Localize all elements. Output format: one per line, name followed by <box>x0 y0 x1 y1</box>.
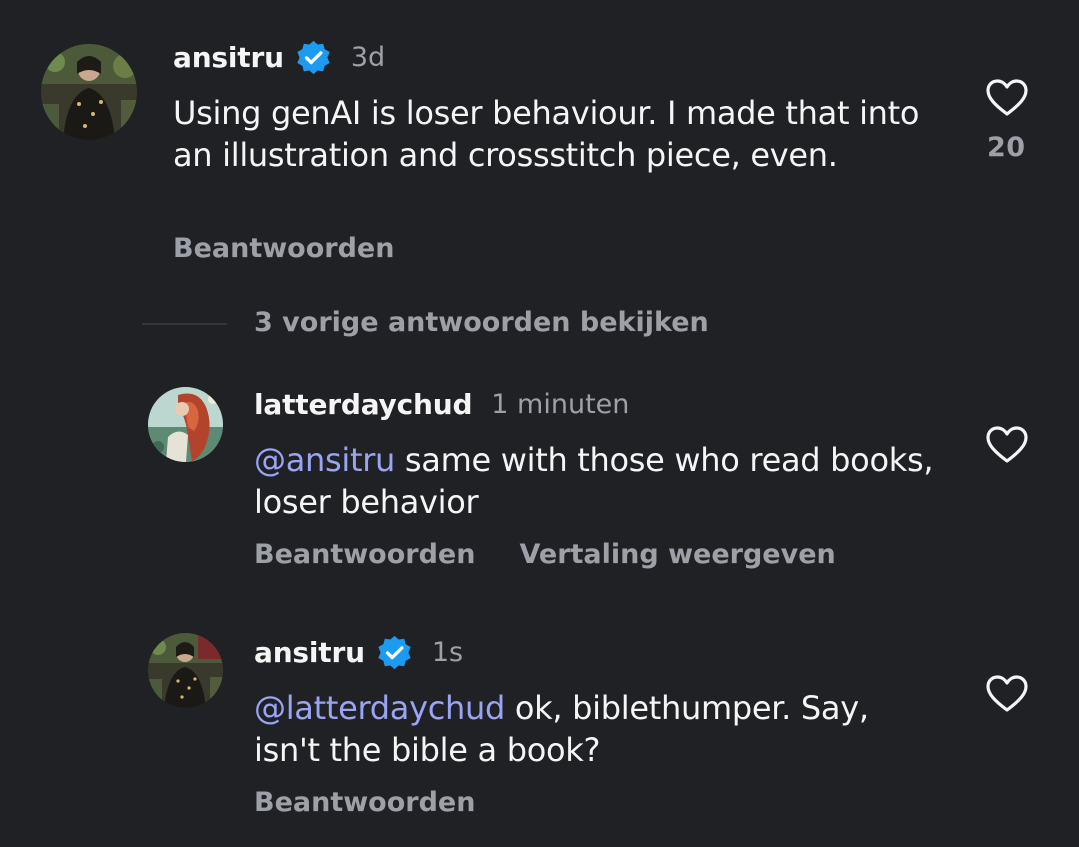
avatar[interactable] <box>41 44 137 140</box>
username[interactable]: latterdaychud <box>254 388 472 421</box>
verified-badge-icon <box>376 634 413 671</box>
comment-text: @ansitru same with those who read books,… <box>254 439 934 523</box>
heart-outline-icon[interactable] <box>985 78 1029 118</box>
thread-divider <box>142 323 227 325</box>
comment-body: Using genAI is loser behaviour. I made t… <box>173 94 920 174</box>
reply-button[interactable]: Beantwoorden <box>254 539 475 570</box>
heart-outline-icon[interactable] <box>985 425 1029 465</box>
timestamp: 3d <box>350 41 386 73</box>
mention-link[interactable]: @ansitru <box>254 441 395 479</box>
avatar[interactable] <box>148 633 223 708</box>
show-translation-button[interactable]: Vertaling weergeven <box>519 539 835 570</box>
comment-text: @latterdaychud ok, biblethumper. Say, is… <box>254 687 934 771</box>
comment-text: Using genAI is loser behaviour. I made t… <box>173 92 933 176</box>
mention-link[interactable]: @latterdaychud <box>254 689 505 727</box>
comment-actions: Beantwoorden <box>173 233 394 264</box>
username[interactable]: ansitru <box>254 636 365 669</box>
like-count: 20 <box>987 132 1026 163</box>
reply-button[interactable]: Beantwoorden <box>173 233 394 264</box>
reply-button[interactable]: Beantwoorden <box>254 787 475 818</box>
comment-header: ansitru 1s <box>254 632 463 672</box>
comment-actions: Beantwoorden <box>254 787 475 818</box>
view-previous-replies-button[interactable]: 3 vorige antwoorden bekijken <box>254 307 709 338</box>
avatar[interactable] <box>148 387 223 462</box>
timestamp: 1 minuten <box>491 388 630 420</box>
comment-thread: ansitru 3d Using genAI is loser behaviou… <box>0 0 1079 847</box>
heart-outline-icon[interactable] <box>985 674 1029 714</box>
comment-actions: Beantwoorden Vertaling weergeven <box>254 539 836 570</box>
username[interactable]: ansitru <box>173 41 284 74</box>
timestamp: 1s <box>431 636 464 668</box>
comment-header: ansitru 3d <box>173 37 385 77</box>
comment-header: latterdaychud 1 minuten <box>254 384 629 424</box>
verified-badge-icon <box>295 39 332 76</box>
